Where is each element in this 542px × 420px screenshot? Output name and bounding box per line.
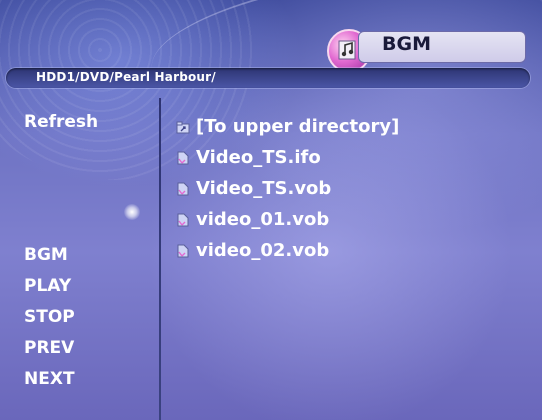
file-item-upper-directory[interactable]: [To upper directory]: [176, 116, 399, 137]
file-icon: [176, 211, 190, 227]
prev-button[interactable]: PREV: [24, 338, 74, 358]
media-browser-screen: BGM HDD1/DVD/Pearl Harbour/ Refresh BGM …: [0, 0, 542, 420]
folder-up-icon: [176, 118, 190, 134]
mode-label: BGM: [382, 33, 431, 55]
play-button[interactable]: PLAY: [24, 276, 71, 296]
file-item[interactable]: Video_TS.ifo: [176, 147, 321, 168]
file-item[interactable]: video_01.vob: [176, 209, 329, 230]
file-item-label: Video_TS.vob: [196, 178, 332, 199]
file-icon: [176, 149, 190, 165]
file-item-label: Video_TS.ifo: [196, 147, 321, 168]
file-item[interactable]: Video_TS.vob: [176, 178, 331, 199]
decorative-glow: [124, 204, 140, 220]
file-item-label: video_02.vob: [196, 240, 330, 261]
current-path: HDD1/DVD/Pearl Harbour/: [36, 70, 216, 84]
file-item[interactable]: video_02.vob: [176, 240, 329, 261]
next-button[interactable]: NEXT: [24, 369, 75, 389]
refresh-button[interactable]: Refresh: [24, 112, 98, 132]
file-item-label: [To upper directory]: [196, 116, 400, 137]
bgm-button[interactable]: BGM: [24, 245, 68, 265]
file-icon: [176, 242, 190, 258]
stop-button[interactable]: STOP: [24, 307, 75, 327]
panel-divider: [159, 98, 161, 420]
file-item-label: video_01.vob: [196, 209, 330, 230]
file-icon: [176, 180, 190, 196]
